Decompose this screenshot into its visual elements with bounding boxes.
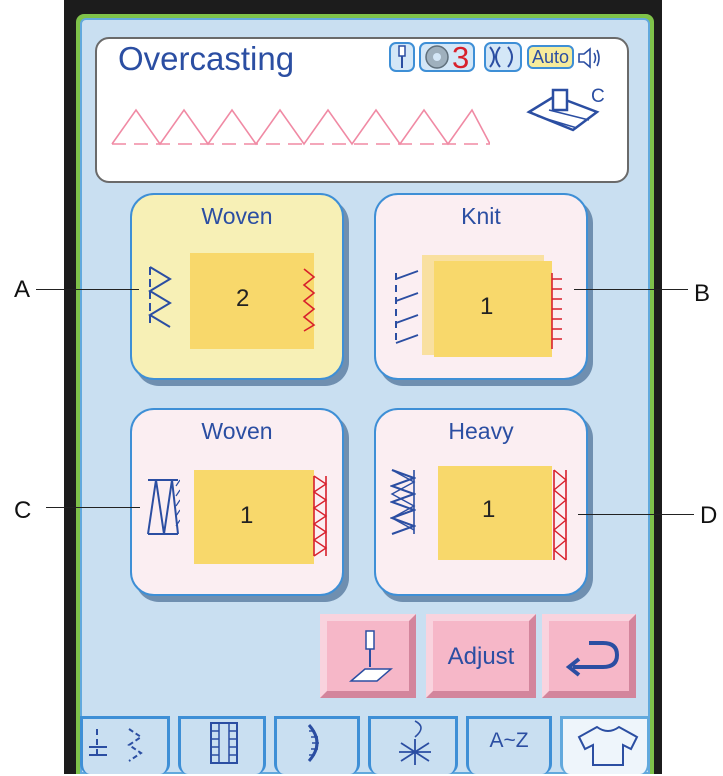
stitch-pattern-icon	[394, 269, 420, 350]
stitch-number: 1	[240, 502, 254, 529]
card-label: Heavy	[448, 418, 514, 444]
tab-straight-stitch[interactable]	[80, 716, 170, 774]
garment-icon	[573, 723, 643, 774]
callout-d-line	[578, 514, 694, 515]
speaker-icon[interactable]	[576, 45, 602, 71]
quilt-stitch-icon	[395, 719, 435, 776]
overcast-edge-icon	[312, 474, 328, 563]
fabric-swatch	[190, 253, 314, 349]
callout-b-line	[574, 289, 688, 290]
callout-d: D	[700, 502, 718, 529]
straight-stitch-icon	[87, 721, 167, 776]
callout-a-line	[36, 289, 139, 290]
adjust-label: Adjust	[447, 643, 515, 670]
overcast-knit-1-button[interactable]: Knit 1	[374, 193, 588, 380]
stitch-number: 1	[480, 293, 494, 320]
tension-icon	[484, 42, 522, 72]
tab-quilt[interactable]	[368, 716, 458, 774]
return-icon	[559, 633, 623, 688]
callout-c-line	[46, 507, 140, 508]
needle-icon	[389, 42, 415, 72]
card-label: Woven	[201, 203, 273, 229]
stitch-pattern-icon	[389, 466, 417, 541]
card-label: Knit	[461, 203, 501, 229]
stitch-number: 2	[236, 285, 250, 312]
fabric-swatch	[194, 470, 314, 564]
auto-tension-badge: Auto	[527, 45, 574, 69]
card-label: Woven	[201, 418, 273, 444]
callout-b: B	[694, 280, 711, 307]
return-button[interactable]	[542, 614, 636, 698]
overcast-edge-icon	[302, 267, 316, 338]
adjust-button[interactable]: Adjust	[426, 614, 536, 698]
stitch-pattern-icon	[148, 265, 172, 334]
overcast-woven-2-button[interactable]: Woven 2	[130, 193, 344, 380]
callout-c: C	[14, 497, 32, 524]
presser-foot-icon	[523, 86, 609, 138]
alphabet-icon: A~Z	[489, 729, 529, 752]
tab-alphabet[interactable]: A~Z	[466, 716, 552, 774]
stitch-pattern-icon	[146, 476, 181, 543]
overcast-edge-icon	[550, 271, 564, 356]
page-title: Overcasting	[118, 40, 295, 77]
tab-buttonhole[interactable]	[178, 716, 266, 774]
buttonhole-icon	[205, 721, 245, 776]
decorative-stitch-icon	[299, 721, 339, 776]
tab-decorative[interactable]	[274, 716, 360, 774]
overcast-heavy-1-button[interactable]: Heavy 1	[374, 408, 588, 596]
needle-position-button[interactable]	[320, 614, 416, 698]
overcast-woven-1-button[interactable]: Woven 1	[130, 408, 344, 596]
needle-position-icon	[345, 629, 395, 690]
callout-a: A	[14, 276, 31, 303]
needle-count: 3	[452, 40, 470, 75]
stitch-number: 1	[482, 496, 496, 523]
stitch-preview	[110, 104, 491, 150]
overcast-edge-icon	[552, 468, 568, 567]
tab-garment-selected[interactable]	[560, 716, 650, 774]
